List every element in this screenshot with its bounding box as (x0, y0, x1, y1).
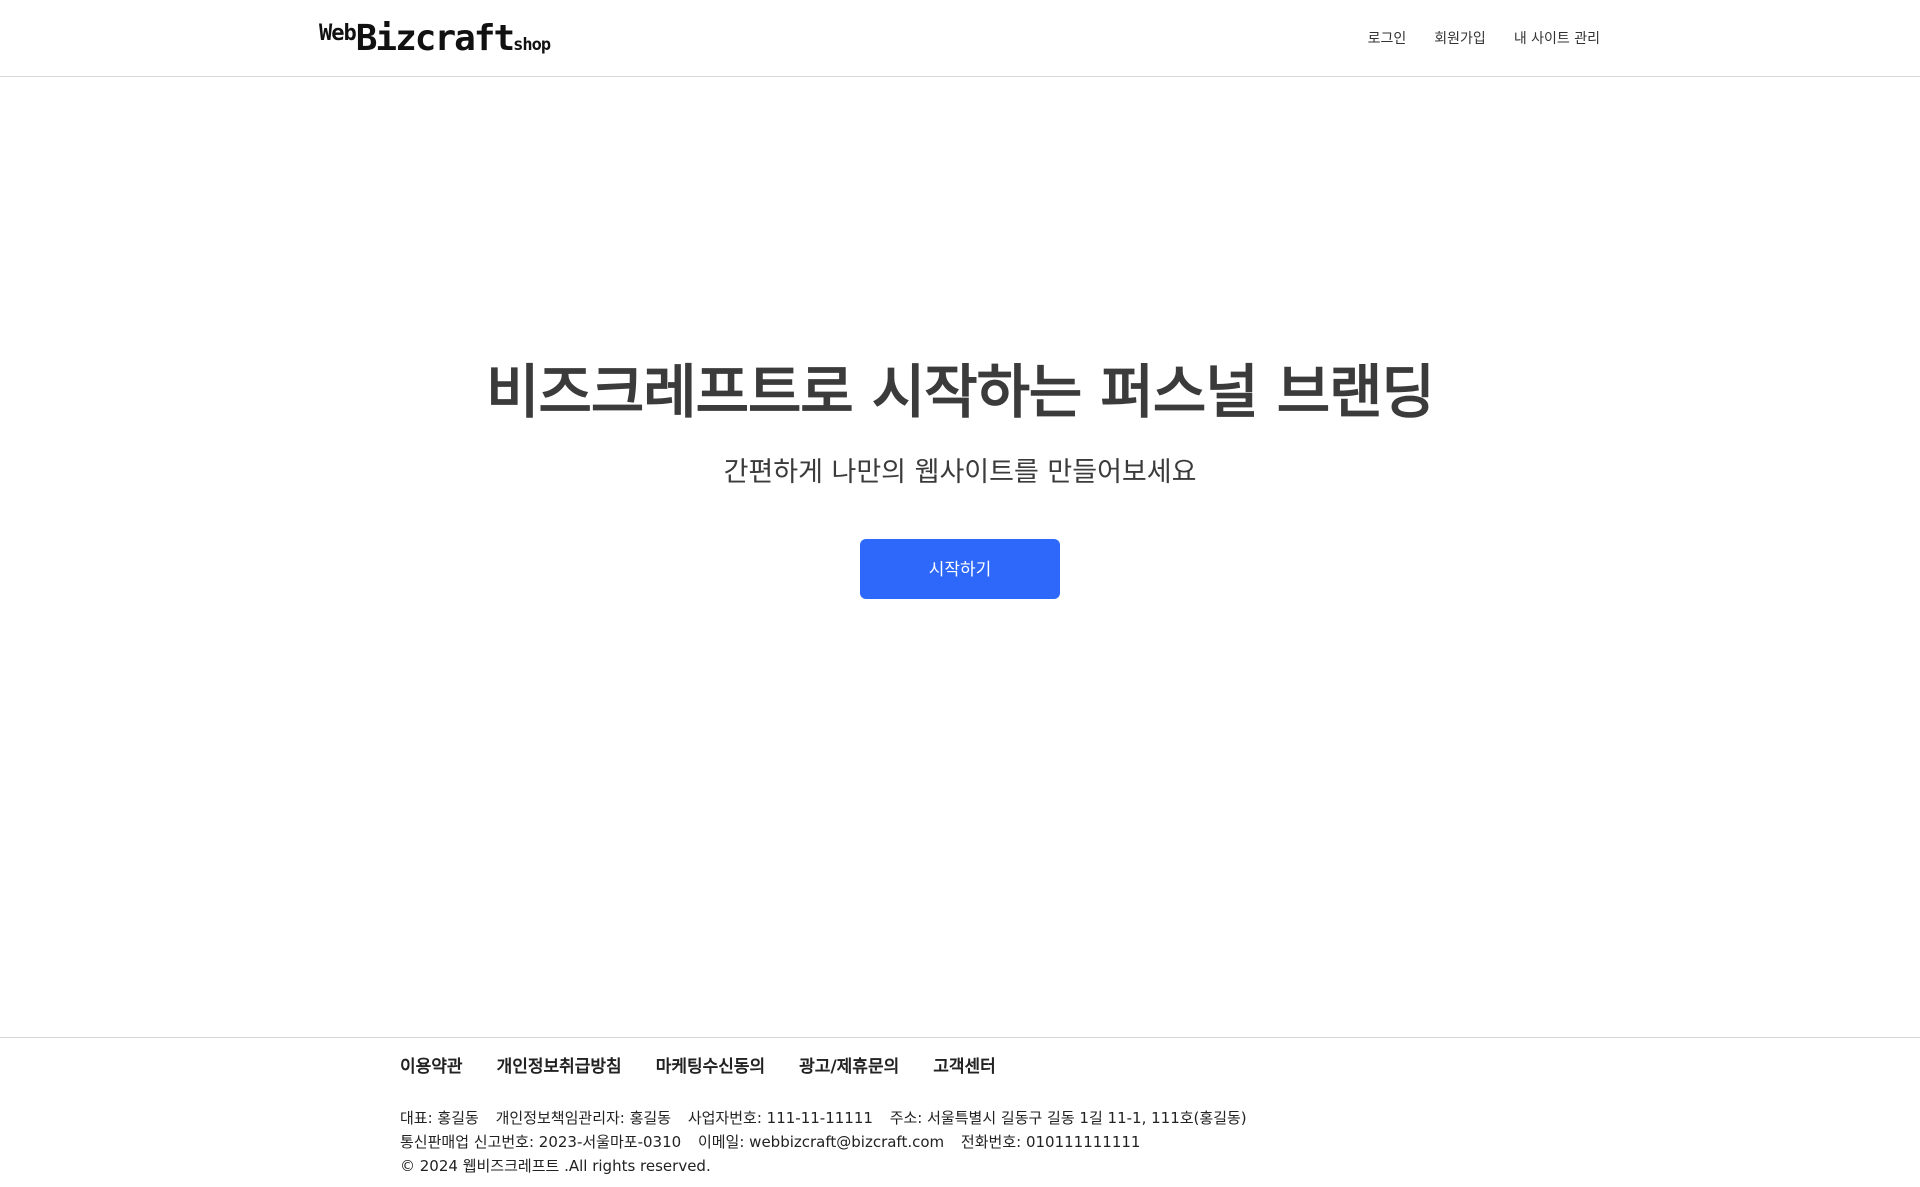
phone-text: 전화번호: 010111111111 (960, 1133, 1141, 1151)
logo-shop-text: shop (513, 35, 551, 55)
signup-link[interactable]: 회원가입 (1434, 28, 1486, 48)
hero-section: 비즈크레프트로 시작하는 퍼스널 브랜딩 간편하게 나만의 웹사이트를 만들어보… (0, 355, 1920, 599)
ad-partnership-link[interactable]: 광고/제휴문의 (799, 1052, 899, 1077)
company-info: 대표: 홍길동 개인정보책임관리자: 홍길동 사업자번호: 111-11-111… (400, 1106, 1259, 1178)
hero-subtitle: 간편하게 나만의 웹사이트를 만들어보세요 (723, 457, 1197, 488)
company-info-row-2: 통신판매업 신고번호: 2023-서울마포-0310 이메일: webbizcr… (400, 1130, 1259, 1154)
site-header: Web Bizcraft shop 로그인 회원가입 내 사이트 관리 (0, 0, 1920, 77)
logo-web-text: Web (319, 21, 357, 46)
ecommerce-number-text: 통신판매업 신고번호: 2023-서울마포-0310 (400, 1133, 682, 1151)
customer-center-link[interactable]: 고객센터 (933, 1052, 996, 1077)
company-info-row-1: 대표: 홍길동 개인정보책임관리자: 홍길동 사업자번호: 111-11-111… (400, 1106, 1259, 1130)
hero-title: 비즈크레프트로 시작하는 퍼스널 브랜딩 (486, 358, 1435, 426)
copyright-text: © 2024 웹비즈크레프트 .All rights reserved. (400, 1157, 711, 1175)
address-text: 주소: 서울특별시 길동구 길동 1길 11-1, 111호(홍길동) (889, 1109, 1247, 1127)
site-footer: 이용약관 개인정보취급방침 마케팅수신동의 광고/제휴문의 고객센터 대표: 홍… (0, 1037, 1920, 1187)
marketing-consent-link[interactable]: 마케팅수신동의 (656, 1052, 765, 1077)
login-link[interactable]: 로그인 (1368, 28, 1407, 48)
terms-link[interactable]: 이용약관 (400, 1052, 463, 1077)
brand-logo[interactable]: Web Bizcraft shop (319, 18, 551, 59)
logo-bizcraft-text: Bizcraft (355, 18, 515, 59)
email-text: 이메일: webbizcraft@bizcraft.com (697, 1133, 945, 1151)
company-info-row-3: © 2024 웹비즈크레프트 .All rights reserved. (400, 1154, 1259, 1178)
my-site-manage-link[interactable]: 내 사이트 관리 (1514, 28, 1600, 48)
start-button[interactable]: 시작하기 (860, 539, 1060, 599)
top-nav: 로그인 회원가입 내 사이트 관리 (1368, 28, 1600, 48)
business-number-text: 사업자번호: 111-11-11111 (687, 1109, 873, 1127)
ceo-text: 대표: 홍길동 (400, 1109, 479, 1127)
privacy-policy-link[interactable]: 개인정보취급방침 (497, 1052, 622, 1077)
privacy-officer-text: 개인정보책임관리자: 홍길동 (495, 1109, 672, 1127)
footer-links: 이용약관 개인정보취급방침 마케팅수신동의 광고/제휴문의 고객센터 (400, 1052, 996, 1077)
